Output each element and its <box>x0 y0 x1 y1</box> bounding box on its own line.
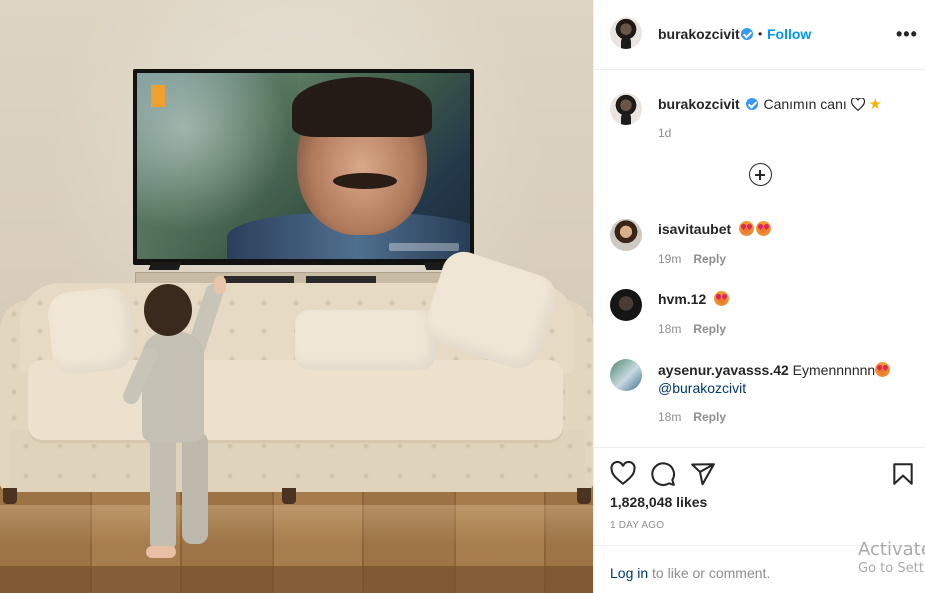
child-leg <box>182 432 208 544</box>
commenter-avatar[interactable] <box>610 219 642 251</box>
heart-eyes-emoji <box>714 291 730 306</box>
channel-logo <box>151 85 165 107</box>
tv-stand-left <box>148 262 182 270</box>
comment-row: hvm.12 <box>658 291 731 307</box>
heart-eyes-emoji <box>756 221 772 236</box>
heart-eyes-emoji <box>739 221 755 236</box>
comment-time: 18m <box>658 410 682 424</box>
likes-count[interactable]: 1,828,048 likes <box>610 494 707 510</box>
comment-username[interactable]: isavitaubet <box>658 221 731 237</box>
soundbar <box>306 276 376 283</box>
share-icon[interactable] <box>690 461 716 487</box>
comments-section: burakozcivit Canımın canı ★ 1d isavitaub… <box>594 71 925 448</box>
sofa-leg <box>282 488 296 504</box>
child-hand <box>214 276 226 294</box>
sofa-leg <box>577 488 591 504</box>
floor-reflection <box>0 505 593 545</box>
comment-row: isavitaubet <box>658 221 773 237</box>
tv-caption <box>389 243 459 251</box>
sofa-seat <box>28 360 563 440</box>
tv-scene-hair <box>292 77 432 137</box>
reply-button[interactable]: Reply <box>693 410 726 424</box>
comment-meta: 19m Reply <box>658 252 726 266</box>
login-prompt-text: Log in to like or comment. <box>610 565 770 581</box>
comment-row: aysenur.yavasss.42 Eymennnnnn @burakozci… <box>658 361 913 397</box>
child-figure <box>120 276 248 562</box>
caption-username[interactable]: burakozcivit <box>658 96 740 112</box>
floor-shadow <box>0 566 593 593</box>
caption-text: Canımın canı <box>763 96 847 112</box>
comment-text: Eymennnnnn <box>792 362 876 378</box>
comment-time: 19m <box>658 252 682 266</box>
pillow-left <box>45 285 137 377</box>
comment-meta: 18m Reply <box>658 322 726 336</box>
reply-button[interactable]: Reply <box>693 322 726 336</box>
post-side-panel: burakozcivit • Follow ••• burakozcivit C… <box>593 0 925 593</box>
bookmark-icon[interactable] <box>890 461 916 487</box>
load-more-comments-icon[interactable] <box>749 163 772 186</box>
heart-emoji-icon <box>850 98 865 111</box>
pillow-middle <box>295 310 435 370</box>
post-actions: 1,828,048 likes 1 DAY AGO <box>594 449 925 545</box>
header-separator: • <box>758 27 763 41</box>
follow-button[interactable]: Follow <box>767 26 811 42</box>
watermark-line-2: Go to Sett <box>858 561 924 576</box>
watermark-line-1: Activate <box>858 539 925 560</box>
caption-avatar[interactable] <box>610 93 642 125</box>
commenter-avatar[interactable] <box>610 359 642 391</box>
child-foot <box>146 546 176 558</box>
caption-row: burakozcivit Canımın canı ★ <box>658 95 882 113</box>
more-options-icon[interactable]: ••• <box>896 24 918 45</box>
child-head <box>144 284 192 336</box>
login-link[interactable]: Log in <box>610 565 648 581</box>
reply-button[interactable]: Reply <box>693 252 726 266</box>
sofa-leg <box>3 488 17 504</box>
tv-screen <box>137 73 470 259</box>
verified-badge-icon <box>741 28 753 40</box>
caption-time: 1d <box>658 126 672 140</box>
heart-eyes-emoji <box>875 362 891 377</box>
author-avatar[interactable] <box>610 17 642 49</box>
comment-username[interactable]: hvm.12 <box>658 291 706 307</box>
child-leg <box>150 432 176 552</box>
comment-meta: 18m Reply <box>658 410 726 424</box>
comment-username[interactable]: aysenur.yavasss.42 <box>658 362 789 378</box>
star-emoji: ★ <box>868 96 882 113</box>
author-username[interactable]: burakozcivit <box>658 26 740 42</box>
verified-badge-icon <box>745 98 758 110</box>
post-timestamp: 1 DAY AGO <box>610 520 665 531</box>
windows-activation-watermark: Activate Go to Sett <box>858 539 925 576</box>
heart-icon[interactable] <box>610 461 636 487</box>
post-header: burakozcivit • Follow ••• <box>594 0 925 70</box>
commenter-avatar[interactable] <box>610 289 642 321</box>
comment-icon[interactable] <box>650 461 676 487</box>
post-photo[interactable] <box>0 0 593 593</box>
login-prompt-rest: to like or comment. <box>648 565 771 581</box>
television <box>133 69 474 265</box>
comment-mention-link[interactable]: @burakozcivit <box>658 380 746 396</box>
tv-scene-mustache <box>333 173 397 189</box>
comment-time: 18m <box>658 322 682 336</box>
